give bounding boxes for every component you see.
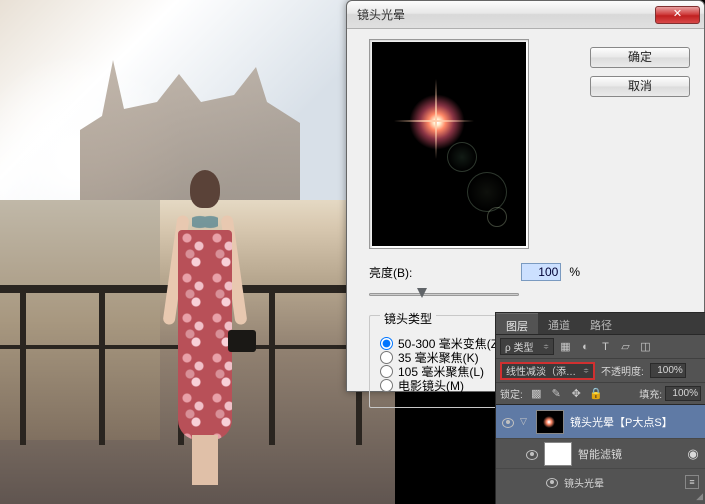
dropdown-arrows-icon: ≑ — [543, 343, 549, 351]
filter-item-row[interactable]: 镜头光晕 ≡ — [496, 469, 705, 495]
visibility-eye-icon[interactable] — [500, 416, 514, 428]
filter-name: 镜头光晕 — [564, 475, 604, 490]
lens-type-radio-0[interactable] — [380, 337, 393, 350]
lens-type-label-3: 电影镜头(M) — [398, 377, 464, 394]
layer-name: 镜头光晕【P大点S】 — [570, 414, 673, 430]
filter-blend-icon[interactable]: ≡ — [685, 475, 699, 489]
flare-ring-icon — [467, 172, 507, 212]
ok-button[interactable]: 确定 — [590, 47, 690, 68]
layer-list: ▽ 镜头光晕【P大点S】 智能滤镜 ◉ 镜头光晕 ≡ — [496, 405, 705, 495]
tab-layers[interactable]: 图层 — [496, 313, 538, 334]
brightness-label: 亮度(B): — [369, 264, 412, 281]
layer-kind-dropdown[interactable]: ρ 类型 ≑ — [500, 338, 554, 355]
opacity-field[interactable]: 100% — [650, 363, 686, 378]
lock-all-icon[interactable]: 🔒 — [588, 385, 605, 402]
lock-label: 锁定: — [500, 386, 523, 401]
lock-pixels-icon[interactable]: ✎ — [548, 385, 565, 402]
brightness-input[interactable] — [521, 263, 561, 281]
flare-ring-icon — [487, 207, 507, 227]
flare-crosshair-icon[interactable] — [434, 119, 438, 123]
canvas-photo — [0, 0, 395, 504]
lens-type-radio-1[interactable] — [380, 351, 393, 364]
cancel-button[interactable]: 取消 — [590, 76, 690, 97]
filter-smart-icon[interactable]: ◫ — [637, 338, 654, 355]
flare-preview[interactable] — [369, 39, 529, 249]
dropdown-arrows-icon: ≑ — [583, 367, 589, 375]
smart-filter-icon[interactable]: ◉ — [685, 446, 701, 462]
lock-transparent-icon[interactable]: ▩ — [528, 385, 545, 402]
smart-filters-row[interactable]: 智能滤镜 ◉ — [496, 439, 705, 469]
visibility-eye-icon[interactable] — [544, 476, 558, 488]
flare-preview-inner — [372, 42, 526, 246]
layer-row[interactable]: ▽ 镜头光晕【P大点S】 — [496, 405, 705, 439]
smart-filters-label: 智能滤镜 — [578, 446, 622, 462]
brightness-unit: % — [569, 265, 580, 279]
tab-paths[interactable]: 路径 — [580, 313, 622, 334]
lens-type-radio-3[interactable] — [380, 379, 393, 392]
close-button[interactable]: ✕ — [655, 6, 700, 24]
fill-field[interactable]: 100% — [665, 386, 701, 401]
layers-panel: 图层 通道 路径 ρ 类型 ≑ ▦ ◐ T ▱ ◫ 线性减淡（添… ≑ 不透明度… — [495, 312, 705, 504]
fill-label: 填充: — [639, 386, 662, 401]
lock-position-icon[interactable]: ✥ — [568, 385, 585, 402]
filter-mask-thumbnail[interactable] — [544, 442, 572, 466]
photo-water — [0, 200, 160, 440]
visibility-eye-icon[interactable] — [524, 448, 538, 460]
lens-type-radio-2[interactable] — [380, 365, 393, 378]
brightness-slider-track[interactable] — [369, 293, 519, 296]
filter-adjust-icon[interactable]: ◐ — [577, 338, 594, 355]
lens-type-legend: 镜头类型 — [380, 310, 436, 327]
opacity-label: 不透明度: — [601, 363, 644, 378]
blend-mode-value: 线性减淡（添… — [506, 363, 576, 378]
tab-channels[interactable]: 通道 — [538, 313, 580, 334]
disclosure-arrow-icon[interactable]: ▽ — [520, 416, 530, 427]
dialog-titlebar[interactable]: 镜头光晕 ✕ — [347, 1, 704, 29]
filter-type-icon[interactable]: T — [597, 338, 614, 355]
panel-tabs: 图层 通道 路径 — [496, 313, 705, 335]
resize-grip-icon[interactable]: ◢ — [696, 491, 703, 502]
dialog-title: 镜头光晕 — [357, 6, 655, 23]
layer-thumbnail[interactable] — [536, 410, 564, 434]
photo-figure — [160, 170, 250, 490]
brightness-slider-thumb[interactable] — [417, 288, 427, 298]
layer-kind-label: ρ 类型 — [505, 339, 533, 354]
filter-shape-icon[interactable]: ▱ — [617, 338, 634, 355]
flare-ring-icon — [447, 142, 477, 172]
blend-mode-dropdown[interactable]: 线性减淡（添… ≑ — [500, 362, 595, 380]
filter-pixel-icon[interactable]: ▦ — [557, 338, 574, 355]
